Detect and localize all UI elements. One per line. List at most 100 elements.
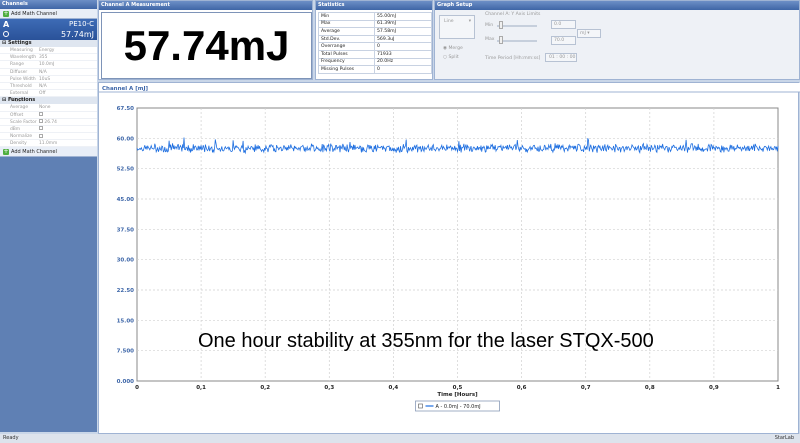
statistics-row: Max 61.39mJ (318, 19, 432, 29)
add-math-channel-button[interactable]: + Add Math Channel (0, 9, 97, 19)
graph-type-select[interactable]: Line ▾ (439, 15, 475, 39)
statistics-label: Missing Pulses (318, 65, 375, 74)
min-value-field[interactable]: 0.0 (551, 20, 576, 29)
statistics-value: 0 (374, 65, 432, 74)
y-tick-label: 22.50 (117, 288, 135, 294)
statistics-label: Std.Dev. (318, 34, 375, 44)
functions-heading[interactable]: ⊟ Functions (0, 97, 97, 105)
setting-row-label: Pulse Width (10, 76, 36, 82)
max-slider[interactable] (497, 40, 537, 42)
function-rows: Average None Offset Scale Factor 26.74 dBm No… (0, 104, 97, 148)
graph-setup-panel: Graph Setup Line ▾ ◉ Merge ○ Split Chann… (434, 0, 800, 80)
setting-row-label: Measuring (10, 48, 33, 53)
min-slider-handle[interactable] (499, 21, 503, 29)
x-tick-label: 0,9 (709, 385, 719, 391)
functions-section: ⊟ Functions Average None Offset Scale Facto… (0, 97, 97, 148)
checkbox[interactable] (39, 112, 43, 116)
y-tick-label: 45.00 (117, 197, 135, 203)
plus-icon: + (3, 147, 9, 155)
setting-row-value[interactable]: Energy (37, 47, 97, 53)
statistics-row: Missing Pulses 0 (318, 65, 432, 74)
function-row: Normalize (0, 133, 97, 141)
setting-row: Diffuser N/A (0, 69, 97, 76)
channel-a-tile[interactable]: A PE10-C 57.74mJ (0, 19, 97, 40)
time-period-field[interactable]: 01 : 00 : 00 (545, 53, 577, 62)
measurement-panel: Channel A Measurement 57.74mJ (98, 0, 313, 80)
function-row: Average None (0, 104, 97, 112)
setting-row-value[interactable]: 10uS (37, 76, 97, 82)
min-slider[interactable] (497, 25, 537, 27)
max-value-field[interactable]: 70.0 (551, 36, 576, 45)
status-right: StarLab (774, 435, 794, 441)
function-row-value[interactable] (37, 126, 97, 132)
function-row-value[interactable] (37, 133, 97, 139)
function-row: Offset (0, 112, 97, 119)
graph-type-value: Line (444, 19, 454, 24)
measurement-value: 57.74mJ (101, 12, 312, 79)
setting-row-label: External Trigger (10, 91, 29, 103)
y-tick-label: 7.500 (117, 349, 135, 355)
statistics-value: 55.00mJ (374, 12, 432, 21)
graph-setup-title: Graph Setup (435, 1, 799, 10)
status-left: Ready (3, 435, 19, 441)
measurement-title: Channel A Measurement (99, 1, 312, 10)
setting-row-value[interactable]: 10.0mJ (37, 61, 97, 67)
statistics-row: Overrange 0 (318, 42, 432, 51)
setting-row-value[interactable]: N/A (37, 69, 97, 75)
unit-select[interactable]: mJ ▾ (577, 29, 601, 38)
setting-row-value[interactable]: Off (37, 90, 97, 96)
radio-icon[interactable] (3, 31, 9, 37)
function-row-value[interactable]: None (37, 104, 97, 110)
statistics-row: Average 57.58mJ (318, 27, 432, 36)
split-radio[interactable]: ○ Split (443, 55, 459, 60)
statistics-table: Min 55.00mJ Max 61.39mJ Average 57.58mJ Std.De… (318, 12, 432, 74)
x-tick-label: 0,2 (260, 385, 270, 391)
statistics-row: Frequency 20.0Hz (318, 57, 432, 67)
time-period-label: Time Period [Hh:mm:ss] (485, 56, 541, 61)
statistics-value: 0 (374, 42, 432, 51)
statistics-value: 20.0Hz (374, 57, 432, 67)
statistics-label: Average (318, 27, 375, 36)
x-tick-label: 0,4 (389, 385, 399, 391)
function-row-value[interactable]: 11.0mm (37, 140, 97, 146)
function-row-value[interactable]: 26.74 (37, 119, 97, 125)
x-tick-label: 0,7 (581, 385, 591, 391)
setting-row-value[interactable]: N/A (37, 83, 97, 89)
channel-value: 57.74mJ (60, 30, 94, 39)
statistics-value: 61.39mJ (374, 19, 432, 29)
statistics-row: Std.Dev. 569.3uJ (318, 34, 432, 44)
function-row-label: dBm (10, 126, 21, 132)
sensor-name: PE10-C (69, 20, 94, 28)
y-tick-label: 15.00 (117, 318, 135, 324)
legend-checkbox (418, 403, 423, 409)
max-slider-handle[interactable] (499, 36, 503, 44)
x-tick-label: 0 (135, 385, 139, 391)
legend-label: A - 0.0mJ - 70.0mJ (436, 404, 481, 410)
checkbox[interactable] (39, 126, 43, 131)
setting-row-label: Range (10, 62, 24, 68)
channels-panel: Channels + Add Math Channel A PE10-C 57.… (0, 0, 97, 432)
function-row-label: Normalize (10, 134, 33, 140)
setting-row-label: Diffuser (10, 69, 28, 75)
add-math-channel-label: Add Math Channel (11, 148, 57, 155)
x-axis-label: Time [Hours] (437, 392, 478, 398)
y-tick-label: 37.50 (117, 227, 135, 233)
min-label: Min (485, 23, 494, 28)
setting-row-label: Threshold (10, 83, 32, 89)
add-math-channel-label: Add Math Channel (11, 10, 57, 17)
settings-heading[interactable]: ⊟ Settings (0, 40, 97, 47)
y-tick-label: 30.00 (117, 258, 135, 264)
function-row-label: Offset (10, 112, 24, 118)
x-tick-label: 0,6 (517, 385, 527, 391)
function-row: Scale Factor 26.74 (0, 119, 97, 126)
statistics-label: Max (318, 19, 375, 29)
setting-row: External Trigger Off (0, 90, 97, 103)
setting-row-value[interactable]: 355 (37, 54, 97, 60)
y-tick-label: 67.50 (117, 106, 135, 112)
checkbox[interactable] (39, 133, 43, 138)
add-math-channel-button-2[interactable]: + Add Math Channel (0, 147, 97, 158)
merge-radio[interactable]: ◉ Merge (443, 46, 463, 51)
statistics-label: Frequency (318, 57, 375, 67)
x-tick-label: 1 (776, 385, 780, 391)
function-row-value[interactable] (37, 112, 97, 118)
